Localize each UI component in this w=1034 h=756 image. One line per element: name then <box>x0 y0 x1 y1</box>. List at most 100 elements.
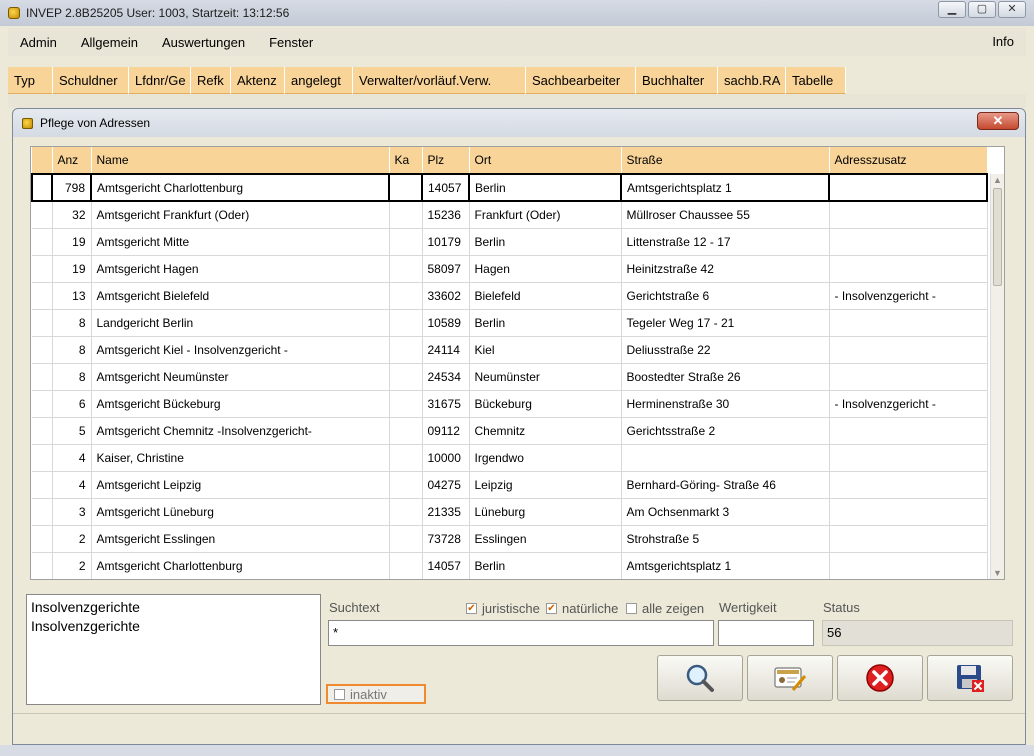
column-header[interactable]: Name <box>91 147 390 174</box>
inaktiv-checkbox[interactable]: inaktiv <box>326 684 426 704</box>
table-row[interactable]: 32 Amtsgericht Frankfurt (Oder) 15236 Frank… <box>32 201 988 229</box>
table-cell: Kaiser, Christine <box>91 444 390 472</box>
table-cell <box>32 525 53 553</box>
scroll-up-icon[interactable]: ▲ <box>991 174 1004 186</box>
alle-zeigen-check-icon[interactable] <box>626 603 637 614</box>
table-cell: Boostedter Straße 26 <box>621 363 830 391</box>
table-cell <box>389 282 423 310</box>
column-header[interactable]: Adresszusatz <box>829 147 988 174</box>
table-cell: 21335 <box>422 498 470 526</box>
table-row[interactable]: 4 Amtsgericht Leipzig 04275 Leipzig Bernhard… <box>32 471 988 499</box>
tab-aktenz[interactable]: Aktenz <box>231 67 285 94</box>
table-cell: 4 <box>52 444 92 472</box>
juristische-checkbox[interactable]: ✔ juristische <box>466 601 540 616</box>
table-cell: Bückeburg <box>469 390 622 418</box>
column-header[interactable]: Ort <box>469 147 622 174</box>
table-cell <box>31 173 53 202</box>
table-row[interactable]: 3 Amtsgericht Lüneburg 21335 Lüneburg Am Och… <box>32 498 988 526</box>
column-header[interactable]: Anz <box>52 147 92 174</box>
memo-line: Insolvenzgerichte <box>31 599 140 615</box>
inaktiv-check-icon[interactable] <box>334 688 345 700</box>
table-row[interactable]: 2 Amtsgericht Esslingen 73728 Esslingen Stro… <box>32 525 988 553</box>
search-button[interactable] <box>657 655 743 701</box>
maximize-button[interactable]: ▢ <box>968 1 996 18</box>
tab-lfdnr[interactable]: Lfdnr/Ge <box>129 67 191 94</box>
window-titlebar: INVEP 2.8B25205 User: 1003, Startzeit: 1… <box>0 0 1034 26</box>
alle-zeigen-checkbox[interactable]: alle zeigen <box>626 601 704 616</box>
column-header[interactable] <box>32 147 53 174</box>
table-row[interactable]: 13 Amtsgericht Bielefeld 33602 Bielefeld Ger… <box>32 282 988 310</box>
memo-field[interactable]: Insolvenzgerichte Insolvenzgerichte <box>26 594 321 705</box>
table-row[interactable]: 19 Amtsgericht Hagen 58097 Hagen Heinitzstra… <box>32 255 988 283</box>
table-cell: Amtsgericht Bückeburg <box>91 390 390 418</box>
natuerliche-check-icon[interactable]: ✔ <box>546 603 557 614</box>
table-cell <box>829 471 988 499</box>
tab-sachbearbeiter[interactable]: Sachbearbeiter <box>526 67 636 94</box>
dialog-titlebar: Pflege von Adressen ✕ <box>13 109 1025 137</box>
table-cell <box>389 201 423 229</box>
edit-address-button[interactable] <box>747 655 833 701</box>
table-cell: Bielefeld <box>469 282 622 310</box>
menu-admin[interactable]: Admin <box>8 35 69 50</box>
table-row[interactable]: 6 Amtsgericht Bückeburg 31675 Bückeburg Herm… <box>32 390 988 418</box>
tab-typ[interactable]: Typ <box>8 67 53 94</box>
tab-verwalter[interactable]: Verwalter/vorläuf.Verw. <box>353 67 526 94</box>
table-cell: 33602 <box>422 282 470 310</box>
save-close-icon <box>957 665 984 692</box>
table-cell <box>389 444 423 472</box>
wertigkeit-input[interactable] <box>718 620 814 646</box>
table-cell: 14057 <box>422 552 470 579</box>
table-cell <box>829 417 988 445</box>
table-cell: 19 <box>52 255 92 283</box>
menu-allgemein[interactable]: Allgemein <box>69 35 150 50</box>
table-row[interactable]: 19 Amtsgericht Mitte 10179 Berlin Littenstra… <box>32 228 988 256</box>
cancel-button[interactable] <box>837 655 923 701</box>
window-title: INVEP 2.8B25205 User: 1003, Startzeit: 1… <box>26 6 290 20</box>
tab-angelegt[interactable]: angelegt <box>285 67 353 94</box>
tab-schuldner[interactable]: Schuldner <box>53 67 129 94</box>
table-cell: Amtsgericht Esslingen <box>91 525 390 553</box>
minimize-button[interactable]: ▁ <box>938 1 966 18</box>
scroll-thumb[interactable] <box>993 188 1002 286</box>
scroll-down-icon[interactable]: ▼ <box>991 567 1004 579</box>
table-row[interactable]: 4 Kaiser, Christine 10000 Irgendwo <box>32 444 988 472</box>
tab-buchhalter[interactable]: Buchhalter <box>636 67 718 94</box>
table-row[interactable]: 5 Amtsgericht Chemnitz -Insolvenzgericht-… <box>32 417 988 445</box>
menu-auswertungen[interactable]: Auswertungen <box>150 35 257 50</box>
suchtext-input[interactable]: * <box>328 620 714 646</box>
grid-vertical-scrollbar[interactable]: ▲ ▼ <box>990 174 1004 579</box>
table-row[interactable]: 798 Amtsgericht Charlottenburg 14057 Berlin… <box>31 173 988 202</box>
tab-tabelle[interactable]: Tabelle <box>786 67 846 94</box>
natuerliche-checkbox[interactable]: ✔ natürliche <box>546 601 618 616</box>
save-close-button[interactable] <box>927 655 1013 701</box>
tab-refk[interactable]: Refk <box>191 67 231 94</box>
table-row[interactable]: 8 Amtsgericht Neumünster 24534 Neumünster Bo… <box>32 363 988 391</box>
juristische-check-icon[interactable]: ✔ <box>466 603 477 614</box>
table-cell <box>829 309 988 337</box>
column-header[interactable]: Plz <box>422 147 470 174</box>
table-cell: 3 <box>52 498 92 526</box>
close-window-button[interactable]: ✕ <box>998 1 1026 18</box>
tab-sachb-ra[interactable]: sachb.RA <box>718 67 786 94</box>
address-grid[interactable]: Anz Name Ka Plz Ort Straße Adresszusatz 798 Amt… <box>30 146 1005 580</box>
table-cell: Lüneburg <box>469 498 622 526</box>
table-row[interactable]: 8 Amtsgericht Kiel - Insolvenzgericht - 24… <box>32 336 988 364</box>
table-cell: Leipzig <box>469 471 622 499</box>
table-cell: Herminenstraße 30 <box>621 390 830 418</box>
table-cell <box>32 228 53 256</box>
table-cell: Irgendwo <box>469 444 622 472</box>
dialog-close-button[interactable]: ✕ <box>977 112 1019 130</box>
table-cell: Am Ochsenmarkt 3 <box>621 498 830 526</box>
table-cell: 10589 <box>422 309 470 337</box>
table-cell: Amtsgerichtsplatz 1 <box>621 552 830 579</box>
column-header[interactable]: Ka <box>389 147 423 174</box>
menu-fenster[interactable]: Fenster <box>257 35 325 50</box>
table-cell: 24114 <box>422 336 470 364</box>
table-cell: 14057 <box>421 173 470 202</box>
table-row[interactable]: 8 Landgericht Berlin 10589 Berlin Tegeler We… <box>32 309 988 337</box>
table-row[interactable]: 2 Amtsgericht Charlottenburg 14057 Berlin Am… <box>32 552 988 579</box>
menu-info[interactable]: Info <box>992 34 1014 49</box>
column-header[interactable]: Straße <box>621 147 830 174</box>
table-cell <box>389 228 423 256</box>
table-cell <box>32 336 53 364</box>
